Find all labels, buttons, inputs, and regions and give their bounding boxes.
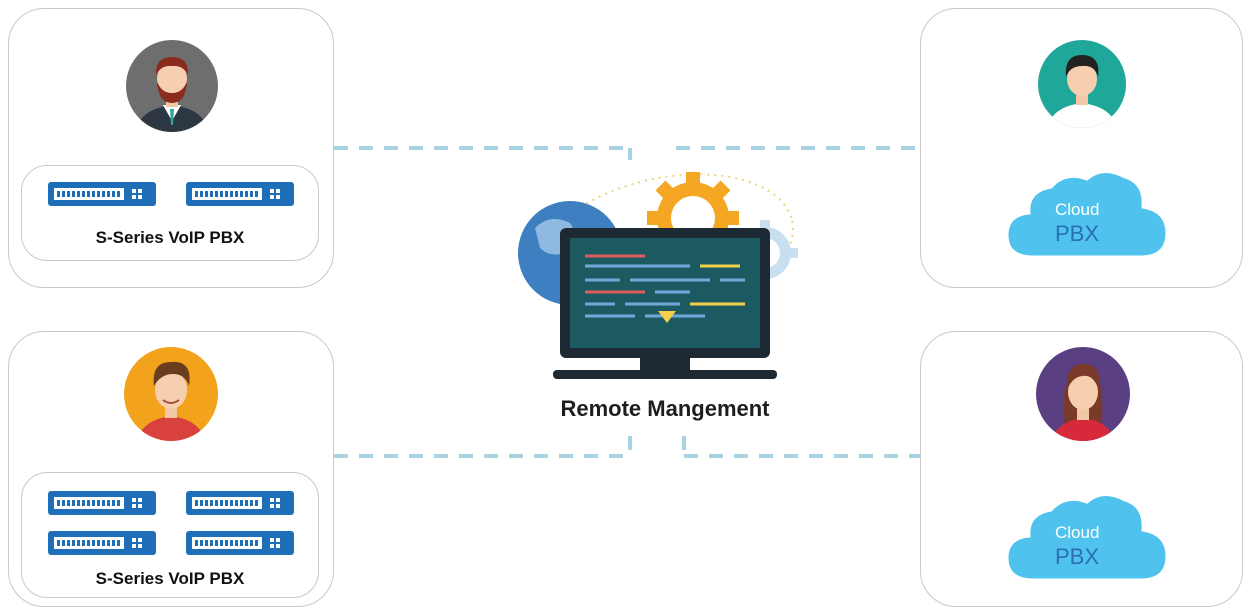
site-card-top-left: S-Series VoIP PBX — [8, 8, 334, 288]
switch-icon — [186, 491, 294, 515]
remote-management-illustration — [518, 172, 798, 379]
switch-icon — [186, 182, 294, 206]
cloud-label-line1: Cloud — [1055, 200, 1099, 219]
device-label: S-Series VoIP PBX — [95, 228, 245, 247]
site-card-bottom-left: S-Series VoIP PBX — [8, 331, 334, 607]
user-avatar-icon — [1038, 40, 1126, 128]
woman-avatar-icon — [1036, 347, 1130, 441]
young-man-avatar-icon — [124, 347, 218, 441]
businessman-avatar-icon — [126, 40, 218, 132]
device-box-top-left: S-Series VoIP PBX — [21, 165, 319, 261]
device-label: S-Series VoIP PBX — [95, 569, 245, 588]
cloud-label-line2: PBX — [1055, 221, 1099, 246]
switch-icon — [186, 531, 294, 555]
cloud-pbx-icon: Cloud PBX — [1005, 493, 1169, 582]
device-box-bottom-left: S-Series VoIP PBX — [21, 472, 319, 598]
monitor-icon — [553, 228, 777, 379]
site-card-top-right: Cloud PBX — [920, 8, 1243, 288]
switch-icon — [48, 531, 156, 555]
cloud-label-line2: PBX — [1055, 544, 1099, 569]
remote-management-label: Remote Mangement — [560, 396, 770, 421]
switch-icon — [48, 182, 156, 206]
switch-icon — [48, 491, 156, 515]
site-card-bottom-right: Cloud PBX — [920, 331, 1243, 607]
cloud-label-line1: Cloud — [1055, 523, 1099, 542]
cloud-pbx-icon: Cloud PBX — [1005, 170, 1169, 259]
